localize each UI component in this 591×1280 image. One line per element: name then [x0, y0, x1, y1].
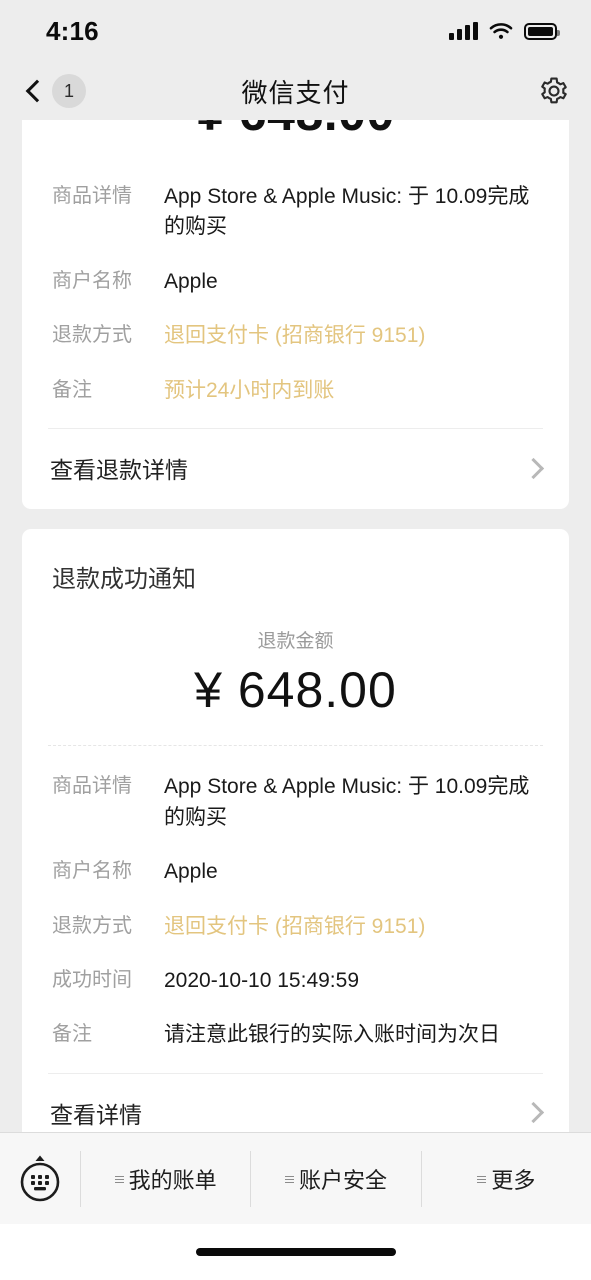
refund-processing-rows: 商品详情 App Store & Apple Music: 于 10.09完成的… — [22, 156, 569, 428]
refund-processing-card: ¥ 648.00 商品详情 App Store & Apple Music: 于… — [22, 120, 569, 510]
row-label: 商品详情 — [52, 775, 132, 798]
refund-processing-amount: ¥ 648.00 — [22, 120, 569, 142]
back-badge-count[interactable]: 1 — [52, 74, 86, 108]
row-label: 备注 — [52, 378, 92, 401]
detail-row: 商品详情 App Store & Apple Music: 于 10.09完成的… — [52, 182, 539, 243]
bottom-toolbar: 我的账单 账户安全 更多 — [0, 1132, 591, 1224]
row-value: Apple — [164, 860, 218, 884]
detail-row: 商品详情 App Store & Apple Music: 于 10.09完成的… — [52, 772, 539, 833]
row-value: App Store & Apple Music: 于 10.09完成的购买 — [164, 185, 530, 239]
row-value: App Store & Apple Music: 于 10.09完成的购买 — [164, 775, 530, 829]
bottom-nav-item-more[interactable]: 更多 — [420, 1150, 591, 1207]
status-bar-time: 4:16 — [46, 15, 99, 46]
detail-row: 成功时间 2020-10-10 15:49:59 — [52, 966, 539, 996]
row-value: 请注意此银行的实际入账时间为次日 — [164, 1023, 500, 1047]
bottom-nav-item-my-bills[interactable]: 我的账单 — [80, 1150, 250, 1207]
page-title: 微信支付 — [241, 77, 350, 108]
menu-list-icon — [477, 1174, 487, 1183]
refund-success-title: 退款成功通知 — [52, 566, 196, 594]
back-button[interactable]: 1 — [22, 74, 86, 108]
row-label: 备注 — [52, 1023, 92, 1046]
row-label: 商户名称 — [52, 860, 132, 883]
link-label[interactable]: 查看详情 — [50, 1096, 142, 1130]
bottom-nav-label[interactable]: 更多 — [491, 1163, 535, 1195]
bottom-nav-item-account-security[interactable]: 账户安全 — [250, 1150, 420, 1207]
refund-amount-value: ¥ 648.00 — [194, 662, 397, 719]
detail-row: 商户名称 Apple — [52, 267, 539, 297]
row-value: 退回支付卡 (招商银行 9151) — [164, 324, 426, 348]
refund-success-card: 退款成功通知 退款金额 ¥ 648.00 商品详情 App Store & Ap… — [22, 529, 569, 1132]
row-label: 商品详情 — [52, 185, 132, 207]
row-value: 退回支付卡 (招商银行 9151) — [164, 914, 426, 938]
wifi-icon — [489, 23, 513, 39]
detail-row: 备注 请注意此银行的实际入账时间为次日 — [52, 1020, 539, 1050]
menu-list-icon — [284, 1174, 294, 1183]
refund-success-amount-block: 退款金额 ¥ 648.00 — [22, 594, 569, 745]
chevron-right-icon[interactable] — [522, 457, 545, 479]
row-label: 退款方式 — [52, 324, 132, 347]
signal-icon — [449, 22, 478, 40]
refund-processing-amount-clipped: ¥ 648.00 — [22, 120, 569, 156]
detail-row: 退款方式 退回支付卡 (招商银行 9151) — [52, 912, 539, 942]
row-label: 商户名称 — [52, 269, 132, 292]
view-detail-link[interactable]: 查看详情 — [22, 1074, 569, 1132]
scroll-content[interactable]: ¥ 648.00 商品详情 App Store & Apple Music: 于… — [0, 120, 591, 1132]
home-indicator[interactable] — [195, 1248, 396, 1256]
refund-amount-label: 退款金额 — [257, 631, 334, 653]
chevron-right-icon[interactable] — [522, 1102, 545, 1124]
row-value: Apple — [164, 269, 218, 293]
status-bar: 4:16 — [0, 0, 591, 62]
menu-list-icon — [114, 1174, 124, 1183]
detail-row: 备注 预计24小时内到账 — [52, 376, 539, 406]
phone-screen: 4:16 1 微信支付 ¥ 648.00 — [0, 0, 591, 1280]
status-bar-icons — [449, 22, 560, 40]
nav-bar: 1 微信支付 — [0, 62, 591, 120]
detail-row: 退款方式 退回支付卡 (招商银行 9151) — [52, 321, 539, 351]
row-label: 成功时间 — [52, 968, 132, 991]
battery-icon — [524, 22, 560, 40]
refund-success-rows: 商品详情 App Store & Apple Music: 于 10.09完成的… — [22, 746, 569, 1073]
bottom-nav-items: 我的账单 账户安全 更多 — [80, 1150, 591, 1207]
settings-button[interactable] — [539, 76, 569, 106]
detail-row: 商户名称 Apple — [52, 857, 539, 887]
gear-icon[interactable] — [539, 76, 569, 106]
bottom-nav-label[interactable]: 账户安全 — [299, 1163, 387, 1195]
keyboard-button[interactable] — [0, 1154, 80, 1204]
keyboard-icon[interactable] — [18, 1154, 62, 1204]
chevron-left-icon[interactable] — [22, 80, 44, 102]
view-refund-detail-link[interactable]: 查看退款详情 — [22, 429, 569, 509]
row-label: 退款方式 — [52, 914, 132, 937]
row-value: 预计24小时内到账 — [164, 378, 335, 402]
row-value: 2020-10-10 15:49:59 — [164, 968, 359, 992]
home-indicator-area — [0, 1224, 591, 1280]
link-label[interactable]: 查看退款详情 — [50, 451, 188, 485]
bottom-nav-label[interactable]: 我的账单 — [129, 1163, 217, 1195]
